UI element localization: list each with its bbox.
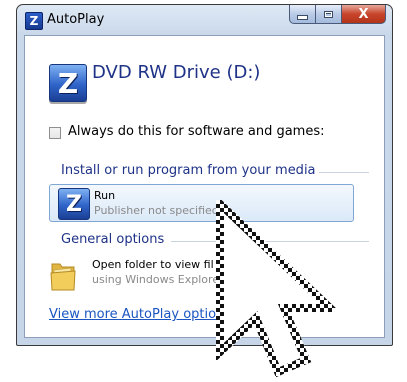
install-section-heading: Install or run program from your media xyxy=(61,163,316,178)
drive-title: DVD RW Drive (D:) xyxy=(92,62,261,83)
close-icon: X xyxy=(358,6,369,22)
z-program-icon: Z xyxy=(58,188,90,220)
window-title: AutoPlay xyxy=(47,12,105,27)
open-folder-label[interactable]: Open folder to view fil xyxy=(92,258,214,271)
always-do-this-checkbox[interactable] xyxy=(49,127,61,139)
maximize-icon xyxy=(324,10,333,18)
general-options-heading: General options xyxy=(61,232,165,247)
folder-icon[interactable] xyxy=(49,258,77,292)
autoplay-window: Z AutoPlay X Z DVD RW Drive (D:) Always … xyxy=(16,4,393,346)
run-option-publisher: Publisher not specified xyxy=(94,204,219,217)
mouse-pointer-icon xyxy=(216,200,336,378)
run-option-label: Run xyxy=(94,189,116,202)
always-do-this-label[interactable]: Always do this for software and games: xyxy=(68,124,324,139)
title-bar[interactable]: Z AutoPlay X xyxy=(17,5,392,35)
autoplay-app-icon: Z xyxy=(25,12,43,30)
view-more-autoplay-link[interactable]: View more AutoPlay option xyxy=(49,307,224,322)
close-button[interactable]: X xyxy=(342,5,386,24)
run-icon-letter: Z xyxy=(66,191,82,217)
window-controls: X xyxy=(289,5,386,25)
minimize-button[interactable] xyxy=(289,5,316,24)
open-folder-sublabel: using Windows Explore xyxy=(92,273,220,286)
maximize-button[interactable] xyxy=(316,5,342,24)
minimize-icon xyxy=(297,14,308,20)
install-section-divider xyxy=(319,172,369,173)
z-drive-icon: Z xyxy=(49,64,87,102)
drive-icon-letter: Z xyxy=(57,66,79,100)
